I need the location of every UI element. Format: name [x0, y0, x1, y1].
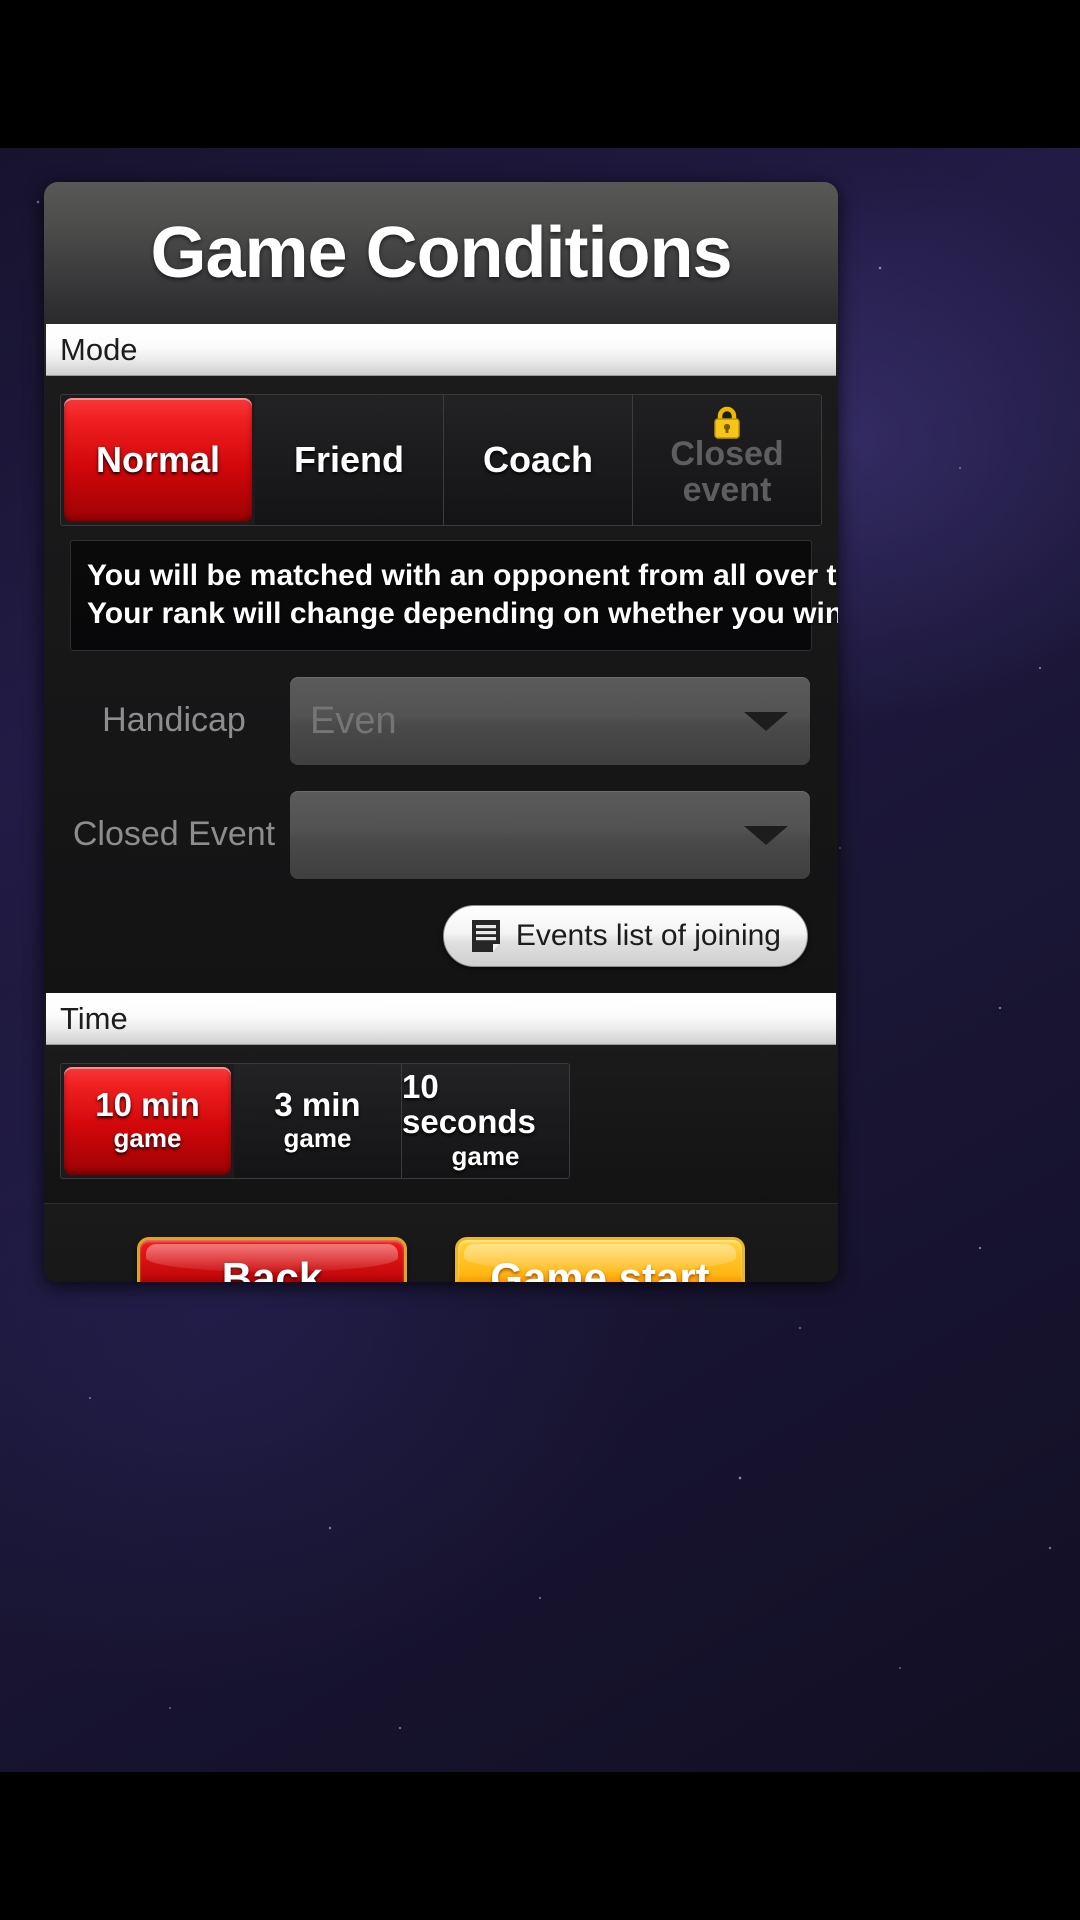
- game-start-button[interactable]: Game start: [455, 1236, 745, 1283]
- time-tab-row: 10 min game 3 min game 10 seconds game: [60, 1063, 570, 1179]
- tab-time-3-min-main: 3 min: [274, 1085, 361, 1123]
- tab-mode-closed-event[interactable]: Closed event: [633, 395, 821, 525]
- handicap-row: Handicap Even: [60, 677, 822, 765]
- section-bar-mode: Mode: [46, 324, 836, 376]
- closed-event-label: Closed Event: [66, 812, 282, 858]
- tab-time-10-min-sub: game: [113, 1123, 182, 1154]
- back-button-label: Back: [221, 1253, 323, 1283]
- time-section-body: 10 min game 3 min game 10 seconds game: [44, 1045, 838, 1203]
- tab-time-10-seconds-sub: game: [451, 1140, 520, 1171]
- tab-time-3-min-sub: game: [283, 1123, 352, 1154]
- events-button-row: Events list of joining: [60, 879, 822, 977]
- mode-description-line-2: Your rank will change depending on wheth…: [87, 596, 838, 630]
- handicap-select[interactable]: Even: [290, 677, 810, 765]
- tab-mode-friend[interactable]: Friend: [255, 395, 444, 525]
- tab-time-3-min[interactable]: 3 min game: [234, 1064, 402, 1178]
- lock-icon: [714, 406, 740, 439]
- tab-mode-normal-label: Normal: [95, 439, 221, 480]
- section-bar-time: Time: [46, 993, 836, 1045]
- letterbox-top: [0, 0, 1080, 148]
- tab-mode-closed-event-label: Closed event: [670, 435, 784, 509]
- dialog-footer: Back Game start: [44, 1203, 838, 1282]
- section-bar-time-label: Time: [60, 1001, 128, 1036]
- chevron-down-icon: [744, 825, 788, 845]
- letterbox-bottom: [0, 1772, 1080, 1920]
- section-bar-mode-label: Mode: [60, 332, 138, 367]
- tab-time-10-min-main: 10 min: [95, 1085, 200, 1123]
- closed-event-row: Closed Event: [60, 791, 822, 879]
- closed-event-select[interactable]: [290, 791, 810, 879]
- mode-section-body: Normal Friend Coach Closed event You wil…: [44, 376, 838, 993]
- game-start-button-label: Game start: [490, 1253, 710, 1283]
- tab-mode-normal[interactable]: Normal: [64, 398, 252, 522]
- mode-tab-row: Normal Friend Coach Closed event: [60, 394, 822, 526]
- mode-description: You will be matched with an opponent fro…: [70, 540, 838, 651]
- dialog-header: Game Conditions: [44, 182, 838, 324]
- events-list-button[interactable]: Events list of joining: [442, 905, 808, 967]
- mode-description-line-1: You will be matched with an opponent fro…: [87, 559, 838, 592]
- tab-mode-friend-label: Friend: [293, 439, 404, 480]
- tab-time-10-min[interactable]: 10 min game: [64, 1067, 231, 1175]
- tab-mode-coach-label: Coach: [482, 439, 594, 480]
- events-list-button-label: Events list of joining: [515, 919, 781, 952]
- tab-mode-coach[interactable]: Coach: [444, 395, 633, 525]
- document-list-icon: [471, 920, 500, 952]
- chevron-down-icon: [744, 711, 788, 731]
- back-button[interactable]: Back: [137, 1236, 407, 1283]
- game-conditions-dialog: Game Conditions Mode Normal Friend Coach: [44, 182, 838, 1282]
- tab-time-10-seconds-main: 10 seconds: [402, 1068, 536, 1141]
- handicap-label: Handicap: [102, 701, 246, 740]
- app-screen: Game Conditions Mode Normal Friend Coach: [0, 0, 1080, 1920]
- tab-time-10-seconds[interactable]: 10 seconds game: [402, 1064, 569, 1178]
- page-title: Game Conditions: [150, 213, 732, 293]
- handicap-select-value: Even: [310, 699, 397, 742]
- closed-event-label-text: Closed Event: [72, 815, 276, 854]
